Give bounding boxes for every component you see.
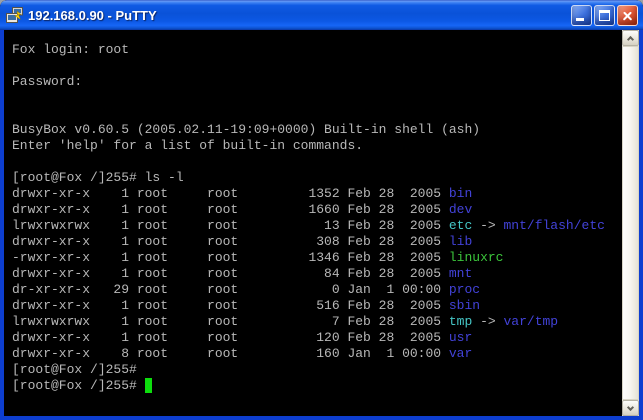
terminal-line bbox=[12, 58, 622, 74]
terminal-lines: Fox login: root Password: BusyBox v0.60.5 … bbox=[12, 42, 622, 394]
terminal-text-segment: mnt/flash/etc bbox=[504, 218, 605, 233]
putty-window: 192.168.0.90 - PuTTY Fox login: root Pass… bbox=[0, 0, 643, 420]
terminal-line: [root@Fox /]255# bbox=[12, 362, 622, 378]
terminal-line: lrwxrwxrwx 1 root root 13 Feb 28 2005 et… bbox=[12, 218, 622, 234]
terminal-text-segment: tmp bbox=[449, 314, 472, 329]
terminal-line: Password: bbox=[12, 74, 622, 90]
terminal-line: drwxr-xr-x 1 root root 84 Feb 28 2005 mn… bbox=[12, 266, 622, 282]
terminal-text-segment: Fox login: root bbox=[12, 42, 129, 57]
terminal-cursor bbox=[145, 378, 153, 393]
maximize-icon bbox=[599, 10, 610, 21]
terminal-line bbox=[12, 90, 622, 106]
terminal-line: [root@Fox /]255# ls -l bbox=[12, 170, 622, 186]
minimize-icon bbox=[576, 18, 584, 21]
scroll-thumb[interactable] bbox=[622, 46, 639, 400]
terminal-text-segment: mnt bbox=[449, 266, 472, 281]
titlebar[interactable]: 192.168.0.90 - PuTTY bbox=[0, 0, 643, 30]
terminal-text-segment: Password: bbox=[12, 74, 82, 89]
terminal-text-segment: drwxr-xr-x 1 root root 516 Feb 28 2005 bbox=[12, 298, 449, 313]
terminal-line: drwxr-xr-x 1 root root 308 Feb 28 2005 l… bbox=[12, 234, 622, 250]
terminal-text-segment: BusyBox v0.60.5 (2005.02.11-19:09+0000) … bbox=[12, 122, 480, 137]
terminal-text-segment: [root@Fox /]255# bbox=[12, 378, 145, 393]
window-title: 192.168.0.90 - PuTTY bbox=[28, 8, 571, 23]
scroll-down-button[interactable] bbox=[622, 400, 639, 416]
scrollbar[interactable] bbox=[622, 30, 639, 416]
chevron-down-icon bbox=[627, 403, 634, 410]
terminal-text-segment: -> bbox=[472, 314, 503, 329]
terminal-text-segment: lrwxrwxrwx 1 root root 7 Feb 28 2005 bbox=[12, 314, 449, 329]
terminal-text-segment: bin bbox=[449, 186, 472, 201]
terminal-text-segment: usr bbox=[449, 330, 472, 345]
terminal-line: Enter 'help' for a list of built-in comm… bbox=[12, 138, 622, 154]
terminal-text-segment: proc bbox=[449, 282, 480, 297]
terminal-line: drwxr-xr-x 1 root root 1352 Feb 28 2005 … bbox=[12, 186, 622, 202]
minimize-button[interactable] bbox=[571, 5, 592, 26]
terminal-line bbox=[12, 106, 622, 122]
terminal-line: drwxr-xr-x 1 root root 120 Feb 28 2005 u… bbox=[12, 330, 622, 346]
maximize-button[interactable] bbox=[594, 5, 615, 26]
terminal-text-segment: var bbox=[449, 346, 472, 361]
terminal-text-segment: etc bbox=[449, 218, 472, 233]
terminal-text-segment: drwxr-xr-x 1 root root 1660 Feb 28 2005 bbox=[12, 202, 449, 217]
terminal-line: Fox login: root bbox=[12, 42, 622, 58]
terminal-text-segment: drwxr-xr-x 1 root root 1352 Feb 28 2005 bbox=[12, 186, 449, 201]
terminal-line: drwxr-xr-x 8 root root 160 Jan 1 00:00 v… bbox=[12, 346, 622, 362]
terminal-text-segment: drwxr-xr-x 8 root root 160 Jan 1 00:00 bbox=[12, 346, 449, 361]
putty-terminals-icon[interactable] bbox=[6, 7, 23, 24]
terminal-line bbox=[12, 154, 622, 170]
terminal-line: -rwxr-xr-x 1 root root 1346 Feb 28 2005 … bbox=[12, 250, 622, 266]
terminal-text-segment: Enter 'help' for a list of built-in comm… bbox=[12, 138, 363, 153]
terminal-text-segment: -rwxr-xr-x 1 root root 1346 Feb 28 2005 bbox=[12, 250, 449, 265]
terminal-text-segment: dev bbox=[449, 202, 472, 217]
terminal-text-segment: lrwxrwxrwx 1 root root 13 Feb 28 2005 bbox=[12, 218, 449, 233]
terminal-text-segment: -> bbox=[472, 218, 503, 233]
terminal-line: drwxr-xr-x 1 root root 1660 Feb 28 2005 … bbox=[12, 202, 622, 218]
terminal-text-segment: dr-xr-xr-x 29 root root 0 Jan 1 00:00 bbox=[12, 282, 449, 297]
terminal-text-segment: drwxr-xr-x 1 root root 84 Feb 28 2005 bbox=[12, 266, 449, 281]
terminal-text-segment: [root@Fox /]255# bbox=[12, 362, 137, 377]
terminal-text-segment: drwxr-xr-x 1 root root 308 Feb 28 2005 bbox=[12, 234, 449, 249]
chevron-up-icon bbox=[627, 35, 634, 42]
terminal-screen[interactable]: Fox login: root Password: BusyBox v0.60.5 … bbox=[4, 30, 622, 416]
terminal-line: dr-xr-xr-x 29 root root 0 Jan 1 00:00 pr… bbox=[12, 282, 622, 298]
terminal-line: lrwxrwxrwx 1 root root 7 Feb 28 2005 tmp… bbox=[12, 314, 622, 330]
terminal-text-segment: linuxrc bbox=[449, 250, 504, 265]
terminal-line: BusyBox v0.60.5 (2005.02.11-19:09+0000) … bbox=[12, 122, 622, 138]
terminal-text-segment: drwxr-xr-x 1 root root 120 Feb 28 2005 bbox=[12, 330, 449, 345]
scroll-up-button[interactable] bbox=[622, 30, 639, 46]
terminal-text-segment: sbin bbox=[449, 298, 480, 313]
terminal-text-segment: [root@Fox /]255# ls -l bbox=[12, 170, 184, 185]
window-frame: Fox login: root Password: BusyBox v0.60.5 … bbox=[0, 30, 643, 420]
terminal-text-segment: var/tmp bbox=[504, 314, 559, 329]
terminal-line: drwxr-xr-x 1 root root 516 Feb 28 2005 s… bbox=[12, 298, 622, 314]
terminal-text-segment: lib bbox=[449, 234, 472, 249]
terminal-line: [root@Fox /]255# bbox=[12, 378, 622, 394]
close-button[interactable] bbox=[617, 5, 638, 26]
window-controls bbox=[571, 5, 638, 26]
